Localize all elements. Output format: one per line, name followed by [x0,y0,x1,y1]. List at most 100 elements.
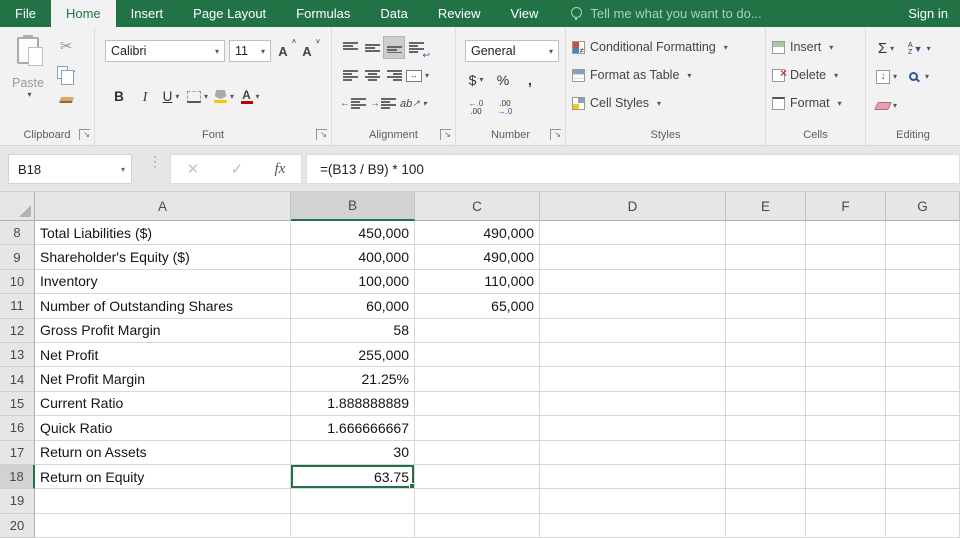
find-select-button[interactable]: ▾ [909,66,929,87]
row-header-8[interactable]: 8 [0,221,35,245]
cell-D10[interactable] [540,270,726,294]
cell-E17[interactable] [726,441,806,465]
cell-A20[interactable] [35,514,291,538]
row-header-11[interactable]: 11 [0,294,35,318]
row-header-19[interactable]: 19 [0,489,35,513]
cell-E16[interactable] [726,416,806,440]
merge-center-button[interactable]: ↔▾ [406,65,429,86]
cell-F12[interactable] [806,319,886,343]
row-header-13[interactable]: 13 [0,343,35,367]
sort-filter-button[interactable]: AZ▼▾ [908,38,931,59]
row-header-12[interactable]: 12 [0,319,35,343]
cell-B18[interactable]: 63.75 [291,465,415,489]
cell-B9[interactable]: 400,000 [291,245,415,269]
borders-button[interactable]: ▾ [187,86,208,107]
cell-A19[interactable] [35,489,291,513]
row-header-15[interactable]: 15 [0,392,35,416]
cancel-button[interactable]: ✕ [187,160,200,178]
bottom-align-button[interactable] [384,37,404,58]
sign-in-button[interactable]: Sign in [908,0,948,27]
cell-A18[interactable]: Return on Equity [35,465,291,489]
clear-button[interactable]: ▾ [876,95,897,116]
middle-align-button[interactable] [362,37,382,58]
cell-B17[interactable]: 30 [291,441,415,465]
comma-style-button[interactable]: , [520,69,540,90]
number-dialog-launcher[interactable]: ↘ [550,129,561,140]
cell-B19[interactable] [291,489,415,513]
cell-F20[interactable] [806,514,886,538]
percent-style-button[interactable]: % [493,69,513,90]
cell-G11[interactable] [886,294,960,318]
row-header-10[interactable]: 10 [0,270,35,294]
bold-button[interactable]: B [109,86,129,107]
cell-C11[interactable]: 65,000 [415,294,540,318]
formula-bar-resize-handle[interactable]: ⋮ [148,158,158,165]
column-header-G[interactable]: G [886,192,960,221]
cell-A12[interactable]: Gross Profit Margin [35,319,291,343]
cell-D19[interactable] [540,489,726,513]
cell-G20[interactable] [886,514,960,538]
row-header-18[interactable]: 18 [0,465,35,489]
enter-button[interactable]: ✓ [231,160,244,178]
clipboard-dialog-launcher[interactable]: ↘ [79,129,90,140]
cell-C18[interactable] [415,465,540,489]
row-header-9[interactable]: 9 [0,245,35,269]
cell-A8[interactable]: Total Liabilities ($) [35,221,291,245]
insert-function-button[interactable]: fx [274,161,285,178]
alignment-dialog-launcher[interactable]: ↘ [440,129,451,140]
cell-A13[interactable]: Net Profit [35,343,291,367]
cell-B15[interactable]: 1.888888889 [291,392,415,416]
cell-D14[interactable] [540,367,726,391]
cell-F16[interactable] [806,416,886,440]
cell-F9[interactable] [806,245,886,269]
cell-B8[interactable]: 450,000 [291,221,415,245]
cell-E20[interactable] [726,514,806,538]
format-as-table-button[interactable]: Format as Table▾ [566,68,765,82]
cell-F14[interactable] [806,367,886,391]
cell-E9[interactable] [726,245,806,269]
decrease-decimal-button[interactable]: .00→.0 [495,97,515,118]
number-format-combo[interactable]: General▾ [465,40,559,62]
cell-A9[interactable]: Shareholder's Equity ($) [35,245,291,269]
font-size-combo[interactable]: 11▾ [229,40,271,62]
cell-C20[interactable] [415,514,540,538]
cell-B14[interactable]: 21.25% [291,367,415,391]
cell-D17[interactable] [540,441,726,465]
cell-G8[interactable] [886,221,960,245]
autosum-button[interactable]: Σ▾ [876,38,896,59]
cell-D18[interactable] [540,465,726,489]
fill-button[interactable]: ↓▾ [876,66,897,87]
copy-button[interactable]: ▾ [56,62,76,83]
cell-B10[interactable]: 100,000 [291,270,415,294]
cell-C9[interactable]: 490,000 [415,245,540,269]
increase-font-size-button[interactable]: A˄ [275,41,295,62]
cell-E14[interactable] [726,367,806,391]
cell-F17[interactable] [806,441,886,465]
decrease-indent-button[interactable]: ← [340,93,366,114]
cell-G19[interactable] [886,489,960,513]
cell-D11[interactable] [540,294,726,318]
decrease-font-size-button[interactable]: A˅ [299,41,319,62]
increase-decimal-button[interactable]: ←.0.00 [466,97,486,118]
format-cells-button[interactable]: Format▾ [766,96,865,110]
cell-A10[interactable]: Inventory [35,270,291,294]
fill-handle[interactable] [409,483,415,489]
cell-C14[interactable] [415,367,540,391]
cell-G14[interactable] [886,367,960,391]
column-header-C[interactable]: C [415,192,540,221]
insert-cells-button[interactable]: Insert▾ [766,40,865,54]
row-header-17[interactable]: 17 [0,441,35,465]
formula-input[interactable]: =(B13 / B9) * 100 [306,154,960,184]
cell-G18[interactable] [886,465,960,489]
cell-B13[interactable]: 255,000 [291,343,415,367]
column-header-A[interactable]: A [35,192,291,221]
cell-F11[interactable] [806,294,886,318]
cell-D12[interactable] [540,319,726,343]
column-header-D[interactable]: D [540,192,726,221]
cell-F13[interactable] [806,343,886,367]
cell-E12[interactable] [726,319,806,343]
row-header-20[interactable]: 20 [0,514,35,538]
underline-button[interactable]: U▾ [161,86,181,107]
cell-B16[interactable]: 1.666666667 [291,416,415,440]
column-header-F[interactable]: F [806,192,886,221]
